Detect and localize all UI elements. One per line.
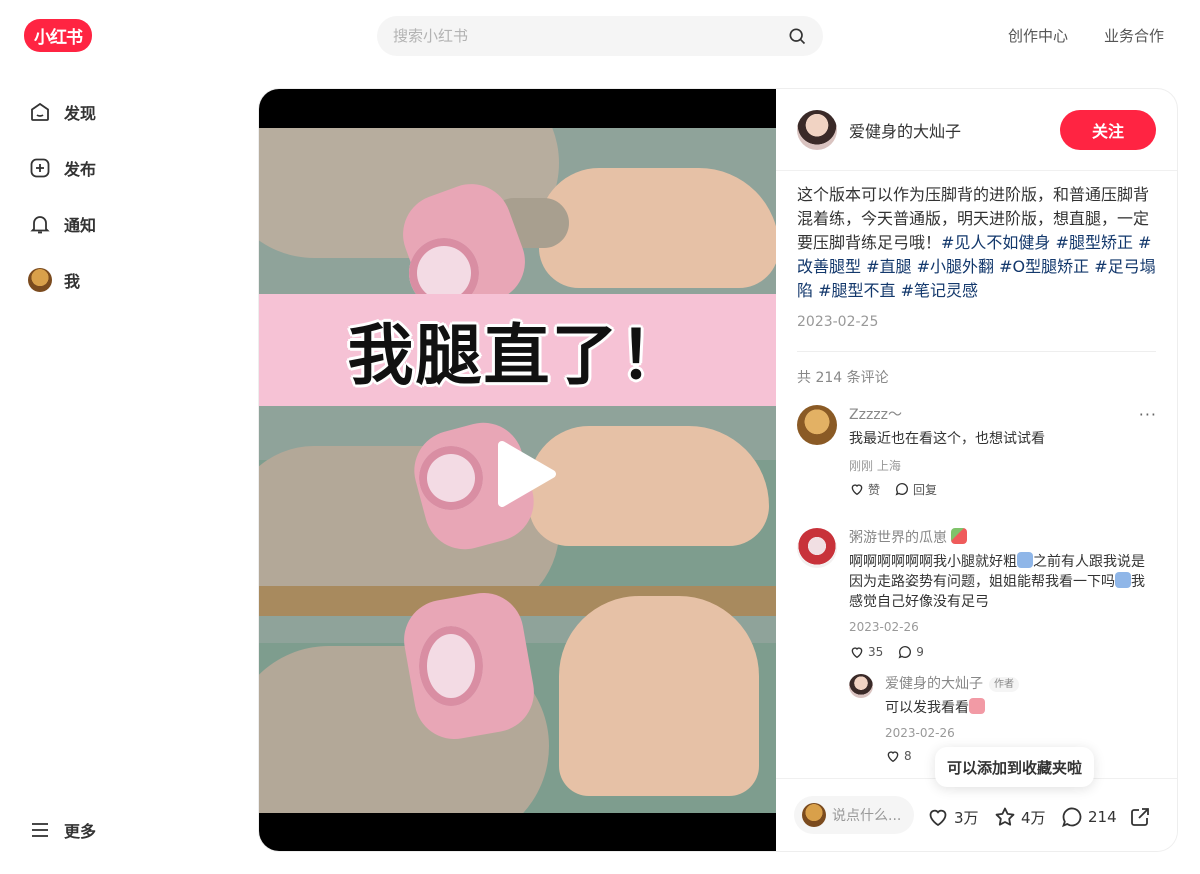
reply-label: 回复 bbox=[913, 482, 938, 497]
business-link[interactable]: 业务合作 bbox=[1104, 25, 1164, 46]
replier-avatar[interactable] bbox=[849, 674, 873, 698]
logo[interactable]: 小红书 bbox=[24, 19, 92, 52]
divider bbox=[776, 170, 1177, 171]
comment-item: 粥游世界的瓜崽 啊啊啊啊啊啊我小腿就好粗 之前有人跟我说是因为走路姿势有问题，姐姐… bbox=[797, 528, 1157, 668]
comment-item: Zzzzz～ 我最近也在看这个，也想试试看 刚刚 上海 赞 回复 ··· bbox=[797, 405, 1157, 505]
reply-meta: 2023-02-26 bbox=[885, 726, 955, 740]
like-label: 赞 bbox=[868, 482, 881, 497]
collect-count: 4万 bbox=[1021, 808, 1046, 827]
comment-count: 共 214 条评论 bbox=[797, 370, 889, 386]
comment-reply-button[interactable]: 回复 bbox=[894, 481, 937, 498]
note-date: 2023-02-25 bbox=[797, 314, 879, 330]
share-button[interactable] bbox=[1128, 805, 1156, 829]
follow-button[interactable]: 关注 bbox=[1060, 110, 1156, 150]
sidebar-item-label: 发布 bbox=[64, 160, 97, 179]
comment-like-button[interactable]: 赞 bbox=[849, 481, 880, 498]
collect-tooltip: 可以添加到收藏夹啦 bbox=[935, 747, 1095, 787]
video-frame bbox=[259, 128, 776, 294]
sidebar-item-label: 通知 bbox=[64, 216, 97, 235]
sidebar-item-notifications[interactable]: 通知 bbox=[28, 211, 96, 237]
comment-like-button[interactable]: 35 bbox=[849, 644, 883, 660]
comment-input-placeholder: 说点什么... bbox=[832, 808, 902, 824]
heart-icon bbox=[851, 647, 863, 659]
collect-button[interactable]: 4万 bbox=[993, 805, 1046, 829]
home-icon bbox=[31, 102, 49, 121]
replier-name[interactable]: 爱健身的大灿子 作者 bbox=[885, 674, 1149, 694]
comment-icon bbox=[898, 646, 912, 659]
reply-text: 可以发我看看 bbox=[885, 698, 1149, 718]
like-count: 8 bbox=[904, 749, 912, 763]
author-name[interactable]: 爱健身的大灿子 bbox=[849, 118, 1060, 142]
hashtag[interactable]: #O型腿矫正 bbox=[999, 257, 1089, 276]
hashtag[interactable]: #笔记灵感 bbox=[901, 281, 978, 300]
play-icon[interactable] bbox=[496, 441, 556, 507]
plus-square-icon bbox=[30, 158, 50, 178]
commenter-name[interactable]: Zzzzz～ bbox=[849, 405, 1157, 425]
menu-icon bbox=[32, 823, 48, 837]
watermelon-icon bbox=[951, 528, 968, 544]
sidebar-item-publish[interactable]: 发布 bbox=[28, 155, 96, 181]
sidebar-item-label: 我 bbox=[64, 272, 81, 291]
avatar bbox=[28, 268, 52, 292]
sidebar-more-label: 更多 bbox=[64, 822, 97, 841]
author-avatar[interactable] bbox=[797, 110, 837, 150]
sidebar-item-more[interactable]: 更多 bbox=[28, 817, 96, 843]
bell-icon bbox=[30, 216, 50, 234]
emoji-icon bbox=[1017, 552, 1033, 568]
comment-button[interactable]: 214 bbox=[1060, 805, 1117, 829]
author-badge: 作者 bbox=[989, 676, 1019, 692]
reply-count: 9 bbox=[916, 645, 924, 659]
emoji-icon bbox=[1115, 572, 1131, 588]
comment-text: 我最近也在看这个，也想试试看 bbox=[849, 431, 1045, 447]
like-button[interactable]: 3万 bbox=[926, 805, 979, 829]
search-input[interactable] bbox=[393, 27, 787, 45]
share-icon bbox=[1131, 808, 1149, 826]
hashtag[interactable]: #腿型不直 bbox=[818, 281, 895, 300]
avatar bbox=[802, 803, 826, 827]
video-caption-banner: 我腿直了！ bbox=[259, 294, 776, 406]
note-detail-panel: 爱健身的大灿子 关注 这个版本可以作为压脚背的进阶版，和普通压脚背混着练，今天普… bbox=[776, 89, 1177, 851]
hashtag[interactable]: #小腿外翻 bbox=[917, 257, 994, 276]
star-icon bbox=[995, 807, 1015, 826]
commenter-avatar[interactable] bbox=[797, 405, 837, 445]
hashtag[interactable]: #直腿 bbox=[866, 257, 911, 276]
commenter-avatar[interactable] bbox=[797, 528, 837, 568]
video-player[interactable]: 我腿直了！ bbox=[259, 89, 776, 851]
heart-icon bbox=[851, 484, 863, 496]
creator-center-link[interactable]: 创作中心 bbox=[1008, 25, 1068, 46]
more-options-icon[interactable]: ··· bbox=[1139, 405, 1157, 424]
sidebar-item-discover[interactable]: 发现 bbox=[28, 99, 96, 125]
comment-icon bbox=[895, 483, 909, 496]
like-count: 3万 bbox=[954, 808, 979, 827]
heart-icon bbox=[929, 809, 947, 827]
note-description: 这个版本可以作为压脚背的进阶版，和普通压脚背混着练，今天普通版，明天进阶版，想直… bbox=[797, 183, 1157, 303]
heart-icon bbox=[887, 751, 899, 763]
comment-input[interactable]: 说点什么... bbox=[794, 796, 914, 834]
comment-meta: 2023-02-26 bbox=[849, 620, 919, 634]
hashtag[interactable]: #见人不如健身 bbox=[941, 233, 1050, 252]
comment-reply-button[interactable]: 9 bbox=[897, 644, 924, 660]
like-count: 35 bbox=[868, 645, 884, 659]
commenter-name[interactable]: 粥游世界的瓜崽 bbox=[849, 528, 1157, 548]
search-icon[interactable] bbox=[787, 26, 807, 46]
emoji-icon bbox=[969, 698, 985, 714]
hashtag[interactable]: #腿型矫正 bbox=[1056, 233, 1133, 252]
author-row: 爱健身的大灿子 关注 bbox=[797, 110, 1156, 150]
sidebar-item-label: 发现 bbox=[64, 104, 97, 123]
note-card: 我腿直了！ 爱健身的大灿子 关注 这个版本可以作为压脚背的进阶版，和普通压脚背混… bbox=[259, 89, 1177, 851]
video-frame bbox=[259, 586, 776, 813]
search-bar[interactable] bbox=[377, 16, 823, 56]
divider bbox=[797, 351, 1156, 352]
comment-text: 啊啊啊啊啊啊我小腿就好粗 之前有人跟我说是因为走路姿势有问题，姐姐能帮我看一下吗我… bbox=[849, 552, 1145, 610]
sidebar-item-me[interactable]: 我 bbox=[28, 267, 80, 293]
comment-meta: 刚刚 上海 bbox=[849, 459, 901, 473]
comment-icon bbox=[1062, 807, 1082, 828]
engagement-bar: 说点什么... 3万 4万 214 bbox=[776, 778, 1177, 851]
comment-count: 214 bbox=[1088, 808, 1117, 826]
